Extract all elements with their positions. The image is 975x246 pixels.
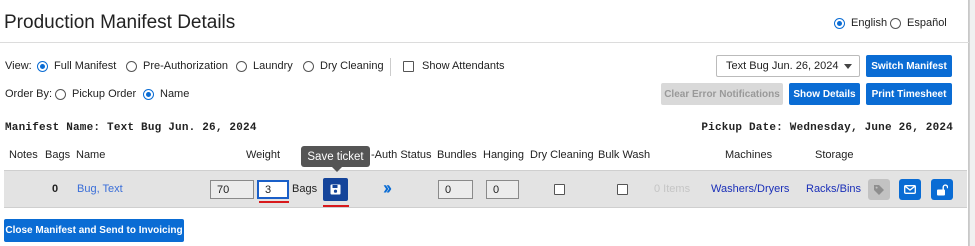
save-ticket-tooltip: Save ticket — [301, 146, 370, 172]
print-timesheet-button[interactable]: Print Timesheet — [866, 83, 952, 105]
header-machines: Machines — [725, 149, 773, 161]
dry-cleaning-checkbox[interactable] — [554, 184, 565, 195]
radio-icon[interactable] — [890, 17, 901, 29]
header-divider — [0, 42, 969, 43]
weight-input[interactable]: 70 — [210, 180, 254, 199]
radio-icon[interactable] — [55, 88, 66, 100]
floppy-disk-icon — [330, 184, 341, 195]
tag-button[interactable] — [868, 179, 890, 200]
order-option-name[interactable]: Name — [143, 88, 189, 100]
header-name: Name — [76, 149, 106, 161]
language-english-option[interactable]: English — [834, 17, 887, 29]
manifest-name: Manifest Name: Text Bug Jun. 26, 2024 — [5, 122, 257, 134]
page-title: Production Manifest Details — [4, 12, 236, 33]
switch-manifest-button[interactable]: Switch Manifest — [866, 55, 952, 77]
row-bags: 0 — [52, 183, 59, 195]
view-option-pre-authorization[interactable]: Pre-Authorization — [126, 60, 228, 72]
header-weight: Weight — [246, 149, 281, 161]
unlock-icon — [937, 183, 948, 195]
highlight-underline — [259, 201, 289, 203]
radio-icon[interactable] — [37, 60, 48, 72]
view-option-label: Full Manifest — [54, 60, 117, 72]
header-bulk-wash: Bulk Wash — [598, 149, 651, 161]
view-option-label: Laundry — [253, 60, 293, 72]
storage-link[interactable]: Racks/Bins — [806, 183, 861, 195]
hanging-input[interactable]: 0 — [486, 180, 519, 199]
save-ticket-button[interactable] — [323, 178, 348, 201]
view-label: View: — [5, 60, 32, 72]
header-auth-status: -Auth Status — [371, 149, 432, 161]
bags-unit-label: Bags — [292, 183, 318, 195]
caret-down-icon — [844, 64, 852, 69]
header-notes: Notes — [9, 149, 38, 161]
row-name-link[interactable]: Bug, Text — [77, 183, 123, 195]
show-details-button[interactable]: Show Details — [789, 83, 860, 105]
bag-count-input[interactable]: 3 — [257, 180, 289, 199]
order-option-label: Pickup Order — [72, 88, 137, 100]
bundles-input[interactable]: 0 — [438, 180, 473, 199]
show-attendants-toggle[interactable]: Show Attendants — [403, 60, 505, 72]
manifest-select[interactable]: Text Bug Jun. 26, 2024 — [716, 55, 860, 77]
header-hanging: Hanging — [483, 149, 524, 161]
radio-icon[interactable] — [126, 60, 137, 72]
language-spanish-label: Español — [907, 17, 947, 29]
order-by-label: Order By: — [5, 88, 53, 100]
envelope-icon — [904, 185, 916, 194]
order-option-pickup[interactable]: Pickup Order — [55, 88, 136, 100]
header-storage: Storage — [815, 149, 854, 161]
bulk-wash-checkbox[interactable] — [617, 184, 628, 195]
view-option-laundry[interactable]: Laundry — [236, 60, 293, 72]
clear-error-notifications-button[interactable]: Clear Error Notifications — [661, 83, 783, 105]
radio-icon[interactable] — [834, 17, 845, 29]
double-chevron-right-icon[interactable]: ›› — [383, 178, 392, 198]
highlight-underline — [323, 205, 349, 207]
checkbox-icon[interactable] — [403, 60, 414, 72]
view-option-label: Dry Cleaning — [320, 60, 384, 72]
close-manifest-button[interactable]: Close Manifest and Send to Invoicing — [4, 219, 184, 242]
view-option-full-manifest[interactable]: Full Manifest — [37, 60, 116, 72]
header-bags: Bags — [45, 149, 71, 161]
header-bundles: Bundles — [437, 149, 477, 161]
view-option-dry-cleaning[interactable]: Dry Cleaning — [303, 60, 384, 72]
manifest-select-value: Text Bug Jun. 26, 2024 — [726, 60, 839, 72]
view-option-label: Pre-Authorization — [143, 60, 228, 72]
radio-icon[interactable] — [143, 88, 154, 100]
row-items-count: 0 Items — [654, 183, 691, 195]
pickup-date: Pickup Date: Wednesday, June 26, 2024 — [701, 122, 953, 134]
language-spanish-option[interactable]: Español — [890, 17, 947, 29]
show-attendants-label: Show Attendants — [422, 60, 505, 72]
radio-icon[interactable] — [303, 60, 314, 72]
order-option-label: Name — [160, 88, 190, 100]
email-button[interactable] — [899, 179, 921, 200]
radio-icon[interactable] — [236, 60, 247, 72]
tag-icon — [874, 184, 884, 195]
machines-link[interactable]: Washers/Dryers — [711, 183, 789, 195]
divider — [390, 58, 391, 76]
scrollbar[interactable] — [969, 0, 975, 246]
language-english-label: English — [851, 17, 888, 29]
unlock-button[interactable] — [931, 179, 953, 200]
header-dry-cleaning: Dry Cleaning — [530, 149, 594, 161]
